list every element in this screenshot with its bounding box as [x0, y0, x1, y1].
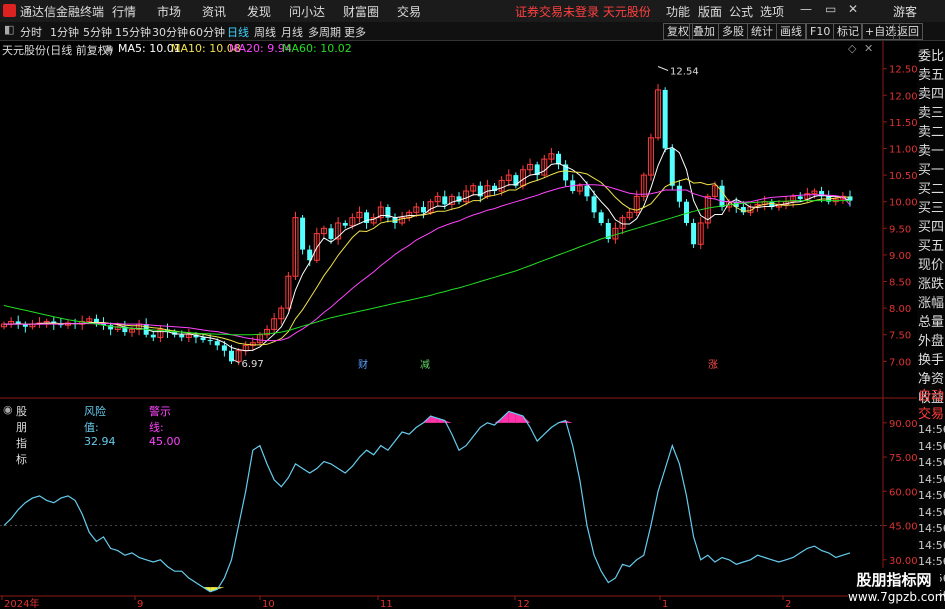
quote-label: 卖二	[918, 125, 945, 140]
trade-time: 14:56	[918, 505, 945, 519]
quote-label: 买三	[918, 201, 945, 216]
quote-label: 卖三	[918, 106, 945, 121]
time-tick-label: 2024年	[4, 597, 39, 609]
ind-tick-label: 45.00	[889, 522, 918, 533]
quote-label[interactable]: 交易	[918, 403, 945, 422]
min-annotation: 6.97	[241, 359, 263, 370]
price-tick-label: 11.50	[889, 118, 918, 129]
quote-label: 换手	[918, 353, 945, 368]
trade-time: 14:56	[918, 472, 945, 486]
time-tick-label: 9	[137, 599, 143, 609]
price-tick-label: 9.50	[889, 224, 911, 235]
trade-time: 14:56	[918, 456, 945, 469]
trade-time: 14:56	[918, 555, 945, 568]
price-tick-label: 12.00	[889, 91, 918, 102]
candle-body	[442, 196, 448, 205]
indicator-settings-icon[interactable]: ◉	[3, 403, 13, 416]
watermark-title: 股朋指标网	[856, 571, 932, 589]
ind-tick-label: 90.00	[889, 419, 918, 430]
watermark: 股朋指标网 www.7gpzb.com	[848, 568, 945, 609]
ma-line-ma20	[4, 184, 851, 342]
time-tick-label: 11	[380, 599, 393, 609]
candle-body	[420, 207, 426, 213]
candle-body	[662, 89, 668, 149]
trade-time: 14:56	[918, 538, 945, 552]
quote-label: 买五	[918, 239, 945, 254]
candle-body	[691, 222, 697, 245]
candle-body	[584, 185, 590, 197]
candle-body	[328, 228, 334, 239]
quote-label: 卖一	[918, 144, 945, 159]
quote-label: 卖五	[918, 68, 945, 83]
time-tick-label: 2	[785, 599, 791, 609]
quote-label: 委比	[918, 49, 945, 64]
risk-line	[3, 410, 851, 593]
max-annotation: 12.54	[670, 67, 699, 78]
quote-label: 买四	[918, 220, 945, 235]
ind-tick-label: 60.00	[889, 487, 918, 498]
price-tick-label: 7.50	[889, 331, 911, 342]
ind-tick-label: 75.00	[889, 453, 918, 464]
event-jian: 减	[420, 359, 430, 371]
candle-body	[214, 341, 220, 346]
indicator-name[interactable]: 股朋指标	[16, 403, 27, 467]
price-tick-label: 10.50	[889, 171, 918, 182]
ind-tick-label: 30.00	[889, 556, 918, 567]
ma-line-ma60	[3, 200, 850, 336]
quote-label[interactable]: 自动	[918, 385, 945, 404]
quote-label: 总量	[918, 315, 945, 330]
chart-svg: 12.50 12.00 11.50 11.00 10.50 10.00 9.50 9.00 8.…	[0, 41, 918, 609]
risk-value: 风险值: 32.94	[84, 405, 116, 448]
price-tick-label: 7.00	[889, 357, 911, 368]
candle-body	[797, 196, 803, 200]
quote-label: 卖四	[918, 87, 945, 102]
max-pointer	[657, 66, 669, 71]
time-tick-label: 10	[262, 599, 275, 609]
quote-label: 现价	[918, 258, 945, 273]
price-tick-label: 9.00	[889, 251, 911, 262]
trade-time: 14:56	[918, 439, 945, 453]
candle-body	[150, 334, 156, 338]
candle-body	[683, 201, 689, 223]
candle-body	[669, 148, 675, 186]
candle-body	[342, 222, 348, 226]
price-tick-label: 12.50	[889, 65, 918, 76]
candle-body	[598, 212, 604, 223]
candle-body	[556, 153, 562, 165]
price-tick-label: 10.00	[889, 198, 918, 209]
warn-value: 警示线: 45.00	[149, 405, 181, 448]
candle-body	[591, 196, 597, 213]
price-tick-label: 11.00	[889, 144, 918, 155]
watermark-url: www.7gpzb.com	[848, 590, 945, 604]
candle-body	[221, 345, 227, 351]
event-cai: 财	[358, 358, 368, 371]
ma-line-ma5	[4, 146, 851, 352]
candle-body	[179, 334, 185, 338]
quote-label: 买二	[918, 182, 945, 197]
quote-label: 外盘	[918, 334, 945, 349]
quote-label: 买一	[918, 163, 945, 178]
trade-time: 14:56	[918, 522, 945, 535]
price-tick-label: 8.50	[889, 278, 911, 289]
candle-body	[207, 340, 213, 342]
quote-label: 涨跌	[918, 277, 945, 292]
quote-panel: 委比 卖五 卖四 卖三 卖二 卖一 买一 买二 买三 买四 买五 现价 涨跌 涨幅 总量 外盘 换手 净资 收益 自动…	[917, 41, 945, 609]
time-tick-label: 1	[662, 599, 668, 609]
quote-label: 涨幅	[918, 296, 945, 311]
event-zhang: 涨	[708, 359, 718, 371]
trade-time: 14:56	[918, 489, 945, 502]
candle-body	[300, 217, 306, 250]
time-tick-label: 12	[517, 599, 530, 609]
candle-body	[676, 185, 682, 202]
candle-body	[200, 337, 206, 341]
price-tick-label: 8.00	[889, 304, 911, 315]
trade-time: 14:56	[918, 423, 945, 436]
